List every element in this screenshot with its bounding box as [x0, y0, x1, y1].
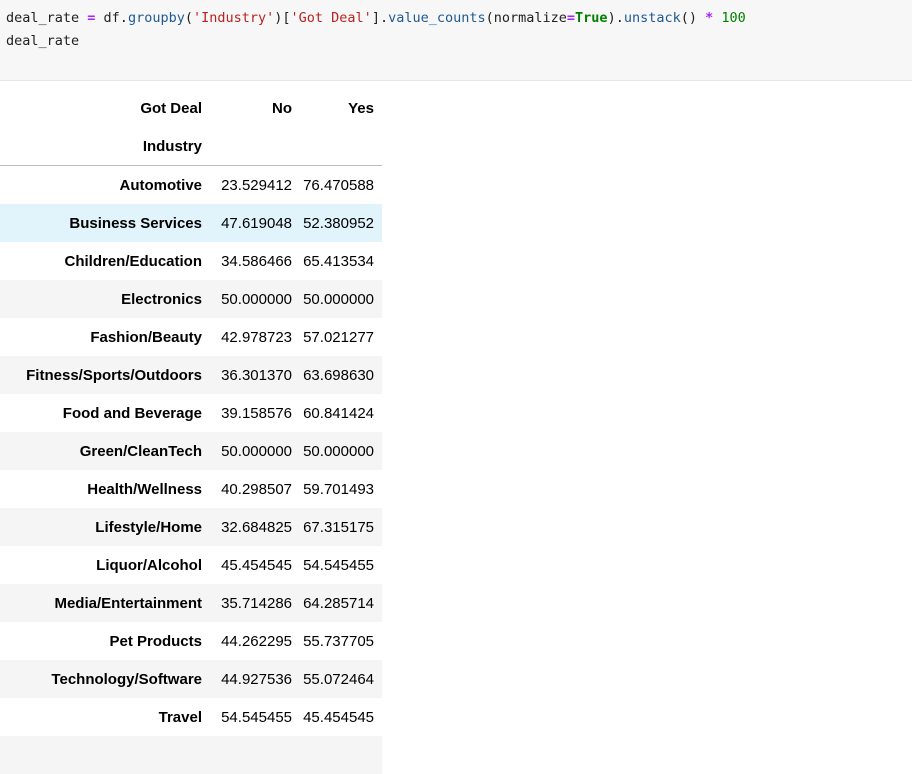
- cell-no: 54.545455: [210, 698, 300, 736]
- row-index-industry: Fashion/Beauty: [0, 318, 210, 356]
- code-line-2: deal_rate: [6, 32, 79, 50]
- table-row[interactable]: Health/Wellness40.29850759.701493: [0, 470, 382, 508]
- table-row[interactable]: Children/Education34.58646665.413534: [0, 242, 382, 280]
- table-row[interactable]: Fashion/Beauty42.97872357.021277: [0, 318, 382, 356]
- dataframe-table: Got Deal No Yes Industry Automotive23.52…: [0, 89, 382, 774]
- row-index-industry: Liquor/Alcohol: [0, 546, 210, 584]
- cell-yes: 57.021277: [300, 318, 382, 356]
- index-name-label: Industry: [0, 127, 210, 166]
- cell-output: Got Deal No Yes Industry Automotive23.52…: [0, 81, 912, 752]
- table-row[interactable]: Automotive23.52941276.470588: [0, 166, 382, 205]
- table-row[interactable]: Technology/Software44.92753655.072464: [0, 660, 382, 698]
- row-index-industry: Business Services: [0, 204, 210, 242]
- cell-yes: [300, 736, 382, 774]
- row-index-industry: Electronics: [0, 280, 210, 318]
- cell-no: 34.586466: [210, 242, 300, 280]
- row-index-industry: Green/CleanTech: [0, 432, 210, 470]
- cell-no: 23.529412: [210, 166, 300, 205]
- cell-no: 50.000000: [210, 280, 300, 318]
- row-index-industry: Automotive: [0, 166, 210, 205]
- cell-no: 44.262295: [210, 622, 300, 660]
- row-index-industry: Health/Wellness: [0, 470, 210, 508]
- index-name-row: Industry: [0, 127, 382, 166]
- cell-yes: 76.470588: [300, 166, 382, 205]
- cell-no: 45.454545: [210, 546, 300, 584]
- cell-yes: 59.701493: [300, 470, 382, 508]
- cell-no: 40.298507: [210, 470, 300, 508]
- row-index-industry: Lifestyle/Home: [0, 508, 210, 546]
- cell-no: 47.619048: [210, 204, 300, 242]
- table-row[interactable]: Food and Beverage39.15857660.841424: [0, 394, 382, 432]
- row-index-industry: [0, 736, 210, 774]
- cell-yes: 60.841424: [300, 394, 382, 432]
- cell-yes: 64.285714: [300, 584, 382, 622]
- columns-name-label: Got Deal: [0, 89, 210, 127]
- table-body: Automotive23.52941276.470588Business Ser…: [0, 166, 382, 774]
- cell-no: 44.927536: [210, 660, 300, 698]
- row-index-industry: Fitness/Sports/Outdoors: [0, 356, 210, 394]
- cell-yes: 52.380952: [300, 204, 382, 242]
- column-header-yes: Yes: [300, 89, 382, 127]
- cell-no: [210, 736, 300, 774]
- table-row[interactable]: Pet Products44.26229555.737705: [0, 622, 382, 660]
- code-cell[interactable]: deal_rate = df.groupby('Industry')['Got …: [0, 0, 912, 81]
- code-line-1: deal_rate = df.groupby('Industry')['Got …: [6, 9, 746, 27]
- cell-yes: 50.000000: [300, 280, 382, 318]
- table-row[interactable]: [0, 736, 382, 774]
- cell-yes: 55.737705: [300, 622, 382, 660]
- cell-yes: 67.315175: [300, 508, 382, 546]
- table-row[interactable]: Fitness/Sports/Outdoors36.30137063.69863…: [0, 356, 382, 394]
- cell-yes: 65.413534: [300, 242, 382, 280]
- cell-no: 36.301370: [210, 356, 300, 394]
- row-index-industry: Pet Products: [0, 622, 210, 660]
- cell-no: 50.000000: [210, 432, 300, 470]
- row-index-industry: Travel: [0, 698, 210, 736]
- table-row[interactable]: Lifestyle/Home32.68482567.315175: [0, 508, 382, 546]
- table-row[interactable]: Liquor/Alcohol45.45454554.545455: [0, 546, 382, 584]
- table-row[interactable]: Electronics50.00000050.000000: [0, 280, 382, 318]
- row-index-industry: Food and Beverage: [0, 394, 210, 432]
- row-index-industry: Media/Entertainment: [0, 584, 210, 622]
- table-row[interactable]: Media/Entertainment35.71428664.285714: [0, 584, 382, 622]
- row-index-industry: Technology/Software: [0, 660, 210, 698]
- columns-header-row: Got Deal No Yes: [0, 89, 382, 127]
- table-row[interactable]: Travel54.54545545.454545: [0, 698, 382, 736]
- table-row[interactable]: Green/CleanTech50.00000050.000000: [0, 432, 382, 470]
- cell-yes: 63.698630: [300, 356, 382, 394]
- cell-yes: 50.000000: [300, 432, 382, 470]
- table-row[interactable]: Business Services47.61904852.380952: [0, 204, 382, 242]
- cell-yes: 55.072464: [300, 660, 382, 698]
- cell-no: 42.978723: [210, 318, 300, 356]
- cell-no: 35.714286: [210, 584, 300, 622]
- cell-no: 32.684825: [210, 508, 300, 546]
- cell-yes: 45.454545: [300, 698, 382, 736]
- column-header-no: No: [210, 89, 300, 127]
- row-index-industry: Children/Education: [0, 242, 210, 280]
- cell-yes: 54.545455: [300, 546, 382, 584]
- cell-no: 39.158576: [210, 394, 300, 432]
